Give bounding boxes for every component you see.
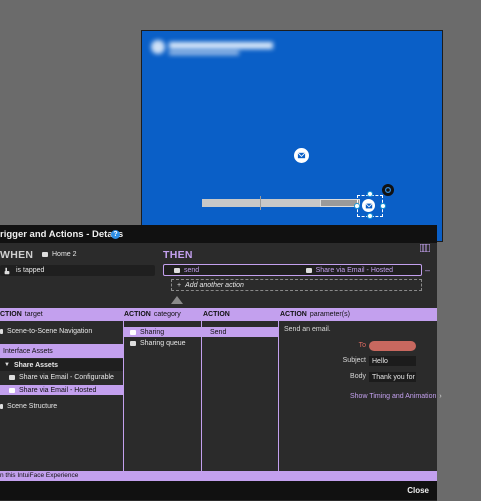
progress-marker (260, 196, 261, 210)
resize-handle-top[interactable] (367, 191, 373, 197)
mail-button[interactable] (294, 148, 309, 163)
subject-field[interactable]: Hello (369, 356, 416, 366)
when-item-label: Home 2 (52, 251, 77, 258)
asset-icon (305, 267, 312, 273)
target-share-hosted-label: Share via Email - Hosted (19, 386, 97, 394)
target-share-assets-label: Share Assets (13, 361, 59, 369)
asset-icon (9, 375, 15, 380)
panel-title-bar: rigger and Actions - Details (0, 225, 437, 243)
progress-bar (202, 199, 320, 207)
category-sharing-queue[interactable]: Sharing queue (130, 340, 186, 347)
help-glyph: ? (113, 231, 118, 238)
to-label: To (358, 342, 366, 349)
rotate-icon (385, 187, 391, 193)
col-action: ACTION (203, 308, 233, 321)
column-divider (278, 321, 279, 471)
when-condition-row[interactable]: is tapped (0, 265, 155, 276)
selected-mail-button[interactable] (362, 199, 375, 212)
add-icon: + (177, 281, 182, 289)
expand-icon[interactable] (419, 243, 431, 254)
show-timing-label: Show Timing and Animation (350, 393, 437, 400)
hand-pointer-icon (4, 267, 10, 274)
add-action-row[interactable]: + Add another action (171, 279, 422, 291)
category-sharing[interactable]: Sharing (124, 327, 201, 337)
col-category-head: ACTION (124, 311, 151, 318)
to-field[interactable] (369, 341, 416, 351)
action-send[interactable]: Send (202, 327, 278, 337)
arrow-connector-icon (171, 296, 183, 304)
col-action-head: ACTION (203, 311, 230, 318)
panel-footer: Close (0, 481, 437, 500)
target-scene-nav[interactable]: Scene-to-Scene Navigation (0, 328, 92, 335)
resize-handle-right[interactable] (380, 203, 386, 209)
col-params: ACTION parameter(s) (280, 308, 350, 321)
when-condition-label: is tapped (16, 267, 45, 274)
col-category: ACTION category (124, 308, 181, 321)
resize-handle-left[interactable] (354, 203, 360, 209)
when-item[interactable]: Home 2 (42, 251, 77, 258)
blurred-logo (151, 40, 279, 56)
col-category-sub: category (153, 311, 181, 318)
show-timing-link[interactable]: Show Timing and Animation › (350, 393, 442, 400)
rotate-handle[interactable] (382, 184, 394, 196)
chevron-down-icon: ▼ (4, 362, 10, 368)
target-interface-assets[interactable]: Interface Assets (0, 344, 123, 358)
mail-icon (365, 202, 372, 208)
target-share-configurable[interactable]: Share via Email - Configurable (9, 374, 114, 381)
params-description: Send an email. (284, 326, 331, 333)
col-params-sub: parameter(s) (309, 311, 350, 318)
bottom-status-label: n this IntuiFace Experience (0, 472, 79, 479)
target-interface-assets-label: Interface Assets (3, 347, 53, 355)
collapse-button[interactable]: – (425, 265, 430, 275)
col-target-sub: target (24, 311, 43, 318)
then-label: THEN (163, 249, 193, 261)
chevron-right-icon: › (439, 393, 442, 400)
help-icon[interactable]: ? (111, 230, 120, 239)
col-params-head: ACTION (280, 311, 307, 318)
target-share-assets[interactable]: ▼ Share Assets (0, 359, 123, 371)
action-send-label: Send (210, 328, 227, 336)
target-scene-structure[interactable]: Scene Structure (0, 403, 57, 410)
category-sharing-queue-label: Sharing queue (140, 340, 186, 347)
col-target-head: CTION (0, 311, 22, 318)
then-trigger-label: send (184, 266, 200, 274)
add-action-label: Add another action (185, 281, 244, 289)
target-scene-nav-label: Scene-to-Scene Navigation (7, 328, 93, 335)
queue-icon (130, 341, 136, 346)
mail-icon (297, 152, 306, 159)
panel-title: rigger and Actions - Details (0, 229, 124, 240)
category-sharing-label: Sharing (140, 328, 165, 336)
close-button[interactable]: Close (407, 486, 429, 495)
target-scene-structure-label: Scene Structure (7, 403, 58, 410)
target-share-configurable-label: Share via Email - Configurable (19, 374, 114, 381)
scene-icon (174, 267, 180, 273)
then-action-label: Share via Email - Hosted (315, 266, 393, 274)
col-target: CTION target (0, 308, 43, 321)
then-action-row[interactable]: send Share via Email - Hosted (163, 264, 422, 276)
resize-handle-bottom[interactable] (367, 213, 373, 219)
subject-label: Subject (342, 357, 366, 364)
body-field[interactable]: Thank you for y (369, 372, 416, 382)
scene-canvas[interactable] (141, 30, 443, 242)
when-label: WHEN (0, 249, 34, 261)
column-divider (123, 321, 124, 471)
bottom-status-bar: n this IntuiFace Experience (0, 471, 437, 481)
folder-icon (0, 404, 3, 409)
body-label: Body (350, 373, 366, 380)
asset-icon (9, 387, 15, 393)
scene-icon (42, 252, 48, 257)
column-divider (201, 321, 202, 471)
folder-icon (0, 329, 3, 334)
target-share-hosted[interactable]: Share via Email - Hosted (0, 385, 123, 395)
share-icon (130, 329, 136, 335)
